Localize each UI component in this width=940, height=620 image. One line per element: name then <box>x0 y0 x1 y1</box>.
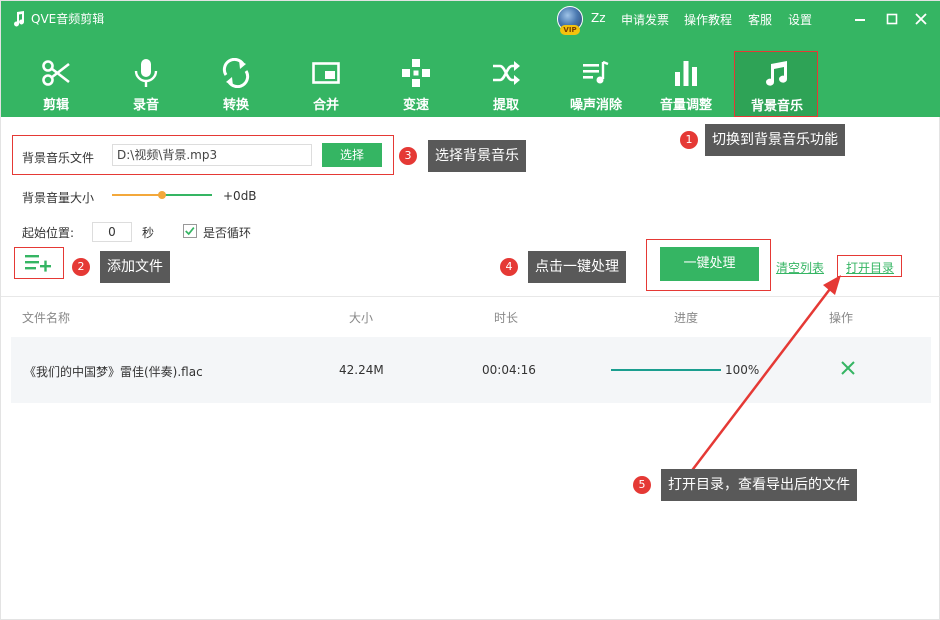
vip-badge: VIP <box>560 25 580 35</box>
tool-background-music[interactable]: 背景音乐 <box>734 51 818 117</box>
microphone-icon <box>134 59 158 87</box>
step-2-badge: 2 <box>72 258 90 276</box>
bg-volume-label: 背景音量大小 <box>22 191 95 205</box>
tool-noise-removal-label: 噪声消除 <box>569 98 622 113</box>
tool-volume[interactable]: 音量调整 <box>644 51 728 117</box>
bg-file-path-field[interactable]: D:\视频\背景.mp3 <box>112 144 312 166</box>
merge-icon <box>312 62 340 84</box>
bg-volume-value: +0dB <box>223 189 257 203</box>
row-progress-bar <box>611 369 721 371</box>
header-duration: 时长 <box>494 311 519 325</box>
maximize-icon[interactable] <box>884 11 900 27</box>
title-bar: QVE音频剪辑 VIP Zz 申请发票 操作教程 客服 设置 <box>1 1 940 37</box>
choose-bg-file-button[interactable]: 选择 <box>322 143 382 167</box>
tool-volume-label: 音量调整 <box>659 98 712 113</box>
step-1-badge: 1 <box>680 131 698 149</box>
step-3-badge: 3 <box>399 147 417 165</box>
app-window: QVE音频剪辑 VIP Zz 申请发票 操作教程 客服 设置 剪辑 录音 转换 … <box>0 0 940 620</box>
add-file-icon[interactable] <box>25 253 53 273</box>
loop-label: 是否循环 <box>203 226 252 240</box>
step-4-callout: 点击一键处理 <box>528 251 626 283</box>
seconds-unit-label: 秒 <box>142 226 155 240</box>
table-row[interactable]: 《我们的中国梦》雷佳(伴奏).flac 42.24M 00:04:16 100% <box>11 337 931 403</box>
tool-cut[interactable]: 剪辑 <box>14 51 98 117</box>
start-position-label: 起始位置: <box>22 226 75 240</box>
invoice-link[interactable]: 申请发票 <box>621 11 669 28</box>
settings-link[interactable]: 设置 <box>788 11 812 28</box>
tool-extract-label: 提取 <box>492 98 519 113</box>
extract-icon <box>493 61 520 85</box>
row-progress-text: 100% <box>725 363 760 377</box>
tool-speed-label: 变速 <box>402 98 429 113</box>
tool-extract[interactable]: 提取 <box>464 51 548 117</box>
header: QVE音频剪辑 VIP Zz 申请发票 操作教程 客服 设置 剪辑 录音 转换 … <box>1 1 940 117</box>
scissors-icon <box>42 60 70 86</box>
header-progress: 进度 <box>674 311 699 325</box>
tutorial-link[interactable]: 操作教程 <box>684 11 732 28</box>
delete-x-icon[interactable] <box>840 360 856 376</box>
speed-icon <box>402 59 430 87</box>
step-5-badge: 5 <box>633 476 651 494</box>
bg-volume-slider-fill <box>112 194 162 196</box>
tool-cut-label: 剪辑 <box>42 98 69 113</box>
bg-file-label: 背景音乐文件 <box>22 151 95 165</box>
close-icon[interactable] <box>913 11 929 27</box>
tool-speed[interactable]: 变速 <box>374 51 458 117</box>
tool-record-label: 录音 <box>132 98 159 113</box>
checkmark-icon <box>185 227 195 236</box>
minimize-icon[interactable] <box>852 11 868 27</box>
support-link[interactable]: 客服 <box>748 11 772 28</box>
open-directory-link[interactable]: 打开目录 <box>846 259 894 276</box>
convert-icon <box>222 58 250 88</box>
loop-checkbox[interactable] <box>183 224 197 238</box>
feature-toolbar: 剪辑 录音 转换 合并 变速 提取 噪声消除 音量调整 背景音乐 <box>1 51 940 117</box>
start-position-input[interactable]: 0 <box>92 222 132 242</box>
tool-background-music-label: 背景音乐 <box>750 99 803 114</box>
step-3-callout: 选择背景音乐 <box>428 140 526 172</box>
one-click-process-button[interactable]: 一键处理 <box>660 247 759 281</box>
row-file-size: 42.24M <box>339 363 384 377</box>
music-note-logo-icon <box>14 11 24 27</box>
step-5-callout: 打开目录，查看导出后的文件 <box>661 469 857 501</box>
tool-merge[interactable]: 合并 <box>284 51 368 117</box>
step-1-callout: 切换到背景音乐功能 <box>705 124 845 156</box>
volume-bars-icon <box>675 61 697 86</box>
tool-record[interactable]: 录音 <box>104 51 188 117</box>
user-name[interactable]: Zz <box>591 11 606 25</box>
music-note-icon <box>766 61 788 86</box>
tool-noise-removal[interactable]: 噪声消除 <box>554 51 638 117</box>
row-file-name: 《我们的中国梦》雷佳(伴奏).flac <box>24 365 203 379</box>
row-duration: 00:04:16 <box>482 363 536 377</box>
header-file-name: 文件名称 <box>22 311 71 325</box>
table-divider <box>1 296 940 297</box>
header-actions: 操作 <box>829 311 854 325</box>
tool-convert[interactable]: 转换 <box>194 51 278 117</box>
clear-list-link[interactable]: 清空列表 <box>776 259 824 276</box>
tool-merge-label: 合并 <box>312 98 339 113</box>
header-size: 大小 <box>349 311 374 325</box>
step-2-callout: 添加文件 <box>100 251 170 283</box>
tool-convert-label: 转换 <box>222 98 249 113</box>
app-title: QVE音频剪辑 <box>31 12 105 26</box>
noise-removal-icon <box>583 60 609 84</box>
bg-volume-slider-thumb[interactable] <box>158 191 166 199</box>
step-4-badge: 4 <box>500 258 518 276</box>
